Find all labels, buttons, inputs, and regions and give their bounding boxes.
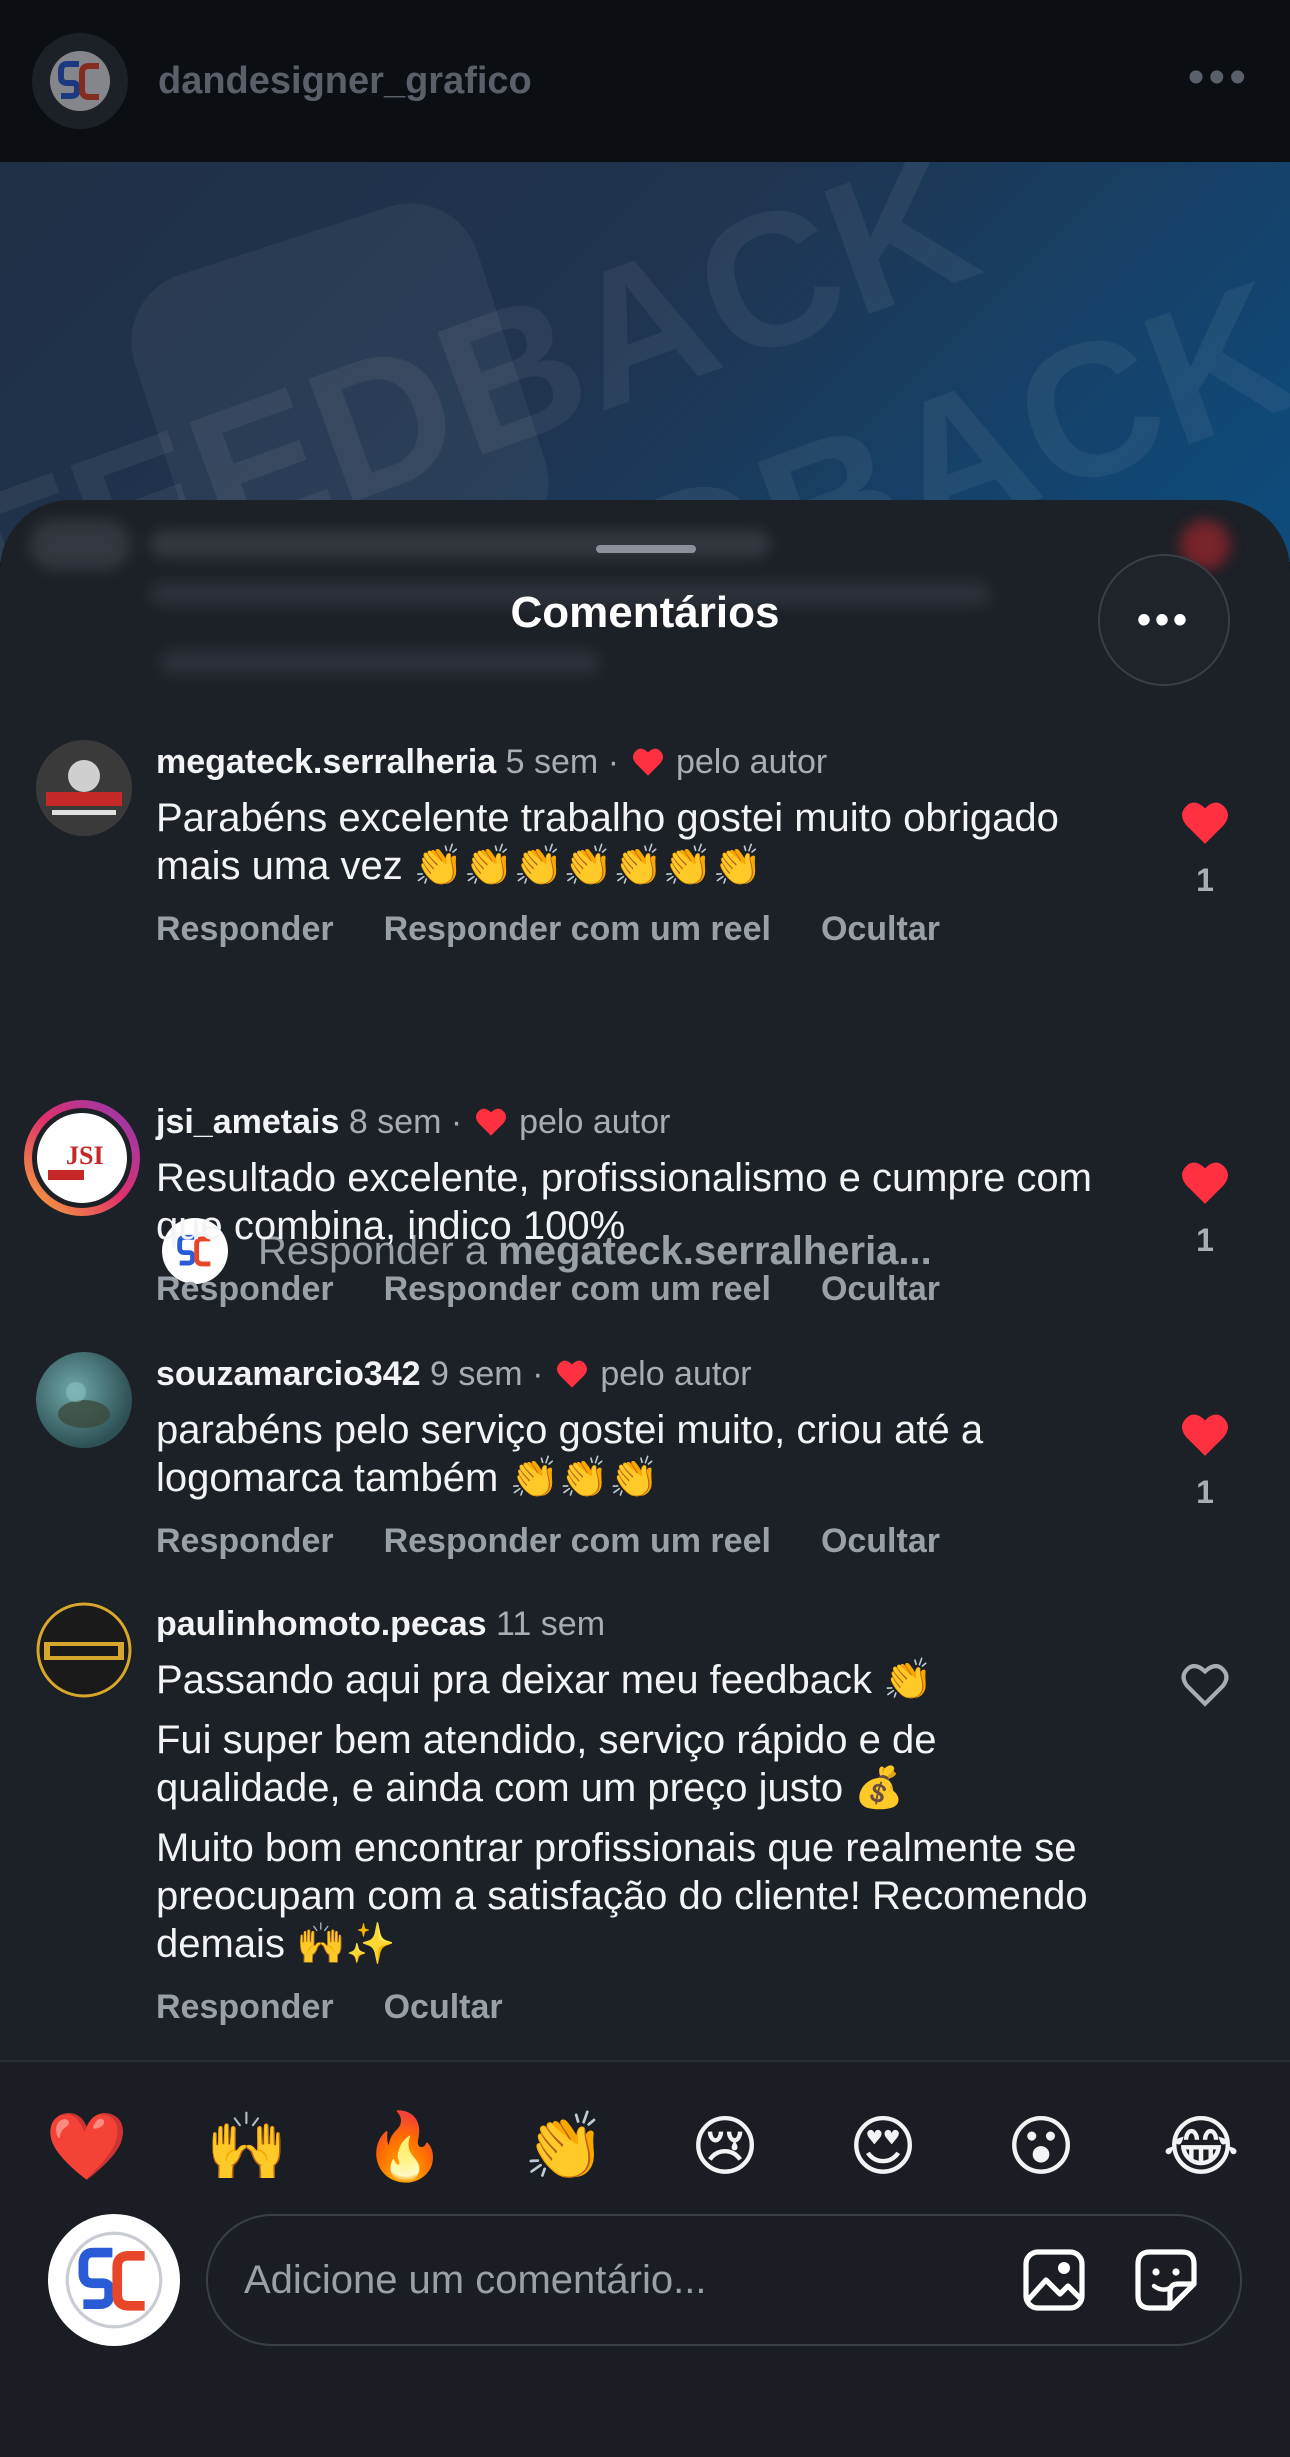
comment-username[interactable]: megateck.serralheria [156, 743, 496, 781]
avatar-with-story-ring[interactable]: JSI [24, 1100, 140, 1216]
like-count: 1 [1196, 1474, 1214, 1510]
comment-text: Passando aqui pra deixar meu feedback 👏 … [156, 1658, 1088, 1966]
emoji-raised-hands-button[interactable]: 🙌 [202, 2102, 292, 2192]
comment-time: 11 sem [496, 1605, 606, 1643]
meta-separator: · [450, 1103, 463, 1141]
comment-like-button[interactable]: 1 [1175, 1412, 1235, 1511]
reply-with-reel-button[interactable]: Responder com um reel [384, 1270, 771, 1309]
svg-text:JSI: JSI [66, 1141, 104, 1170]
paulinho-logo-icon [36, 1602, 132, 1698]
comment-time: 8 sem [348, 1103, 442, 1141]
like-count: 1 [1196, 862, 1214, 898]
reply-button[interactable]: Responder [156, 910, 334, 949]
liked-by-author-label: pelo autor [519, 1103, 671, 1141]
author-like-heart-icon [632, 748, 663, 776]
liked-by-author-label: pelo autor [675, 743, 828, 781]
comment-like-button[interactable]: 1 [1175, 800, 1235, 899]
liked-by-author-label: pelo autor [600, 1355, 752, 1393]
avatar[interactable] [36, 1352, 132, 1448]
reply-button[interactable]: Responder [156, 1270, 334, 1309]
sc-logo-icon [50, 51, 110, 111]
avatar[interactable] [36, 740, 132, 836]
post-username[interactable]: dandesigner_grafico [158, 60, 532, 103]
emoji-laughing-button[interactable]: 😂 [1156, 2102, 1246, 2192]
comment-time: 5 sem [505, 743, 599, 781]
comment-username[interactable]: souzamarcio342 [156, 1355, 421, 1393]
heart-outline-icon [1181, 1664, 1229, 1707]
comment-username[interactable]: jsi_ametais [156, 1103, 339, 1141]
sheet-drag-handle[interactable] [596, 545, 696, 553]
post-author-avatar[interactable] [32, 33, 128, 129]
emoji-surprised-button[interactable]: 😮 [996, 2102, 1086, 2192]
comment-text: Resultado excelente, profissionalismo e … [156, 1156, 1092, 1248]
comment-text: Parabéns excelente trabalho gostei muito… [156, 796, 1059, 888]
comment-input[interactable] [244, 2216, 964, 2344]
comment-input-container [206, 2214, 1242, 2346]
current-user-avatar[interactable] [48, 2214, 180, 2346]
hide-button[interactable]: Ocultar [384, 1988, 503, 2027]
comment-like-button[interactable] [1175, 1662, 1235, 1708]
reply-button[interactable]: Responder [156, 1522, 334, 1561]
emoji-heart-button[interactable]: ❤️ [42, 2102, 132, 2192]
emoji-clap-button[interactable]: 👏 [520, 2102, 610, 2192]
more-horizontal-icon: ••• [1136, 598, 1191, 642]
heart-filled-icon [1182, 802, 1228, 844]
meta-separator: · [607, 743, 620, 781]
heart-filled-icon [1182, 1162, 1228, 1204]
comment-like-button[interactable]: 1 [1175, 1160, 1235, 1259]
comment-text: parabéns pelo serviço gostei muito, crio… [156, 1408, 984, 1500]
comment-composer-bar: ❤️ 🙌 🔥 👏 😢 😍 😮 😂 [0, 2060, 1290, 2457]
sticker-icon[interactable] [1132, 2246, 1200, 2314]
heart-filled-icon [1182, 1414, 1228, 1456]
post-more-icon[interactable]: ••• [1188, 54, 1250, 102]
comment-username[interactable]: paulinhomoto.pecas [156, 1605, 487, 1643]
meta-separator: · [532, 1355, 544, 1393]
jsi-logo-icon: JSI [32, 1108, 132, 1208]
hide-button[interactable]: Ocultar [821, 910, 940, 949]
sheet-title: Comentários [510, 588, 780, 637]
comment-time: 9 sem [430, 1355, 523, 1393]
author-like-heart-icon [475, 1108, 506, 1136]
megateck-logo-icon [36, 740, 132, 836]
reply-button[interactable]: Responder [156, 1988, 334, 2027]
sheet-more-button[interactable]: ••• [1098, 554, 1230, 686]
emoji-fire-button[interactable]: 🔥 [360, 2102, 450, 2192]
hide-button[interactable]: Ocultar [821, 1270, 940, 1309]
hide-button[interactable]: Ocultar [821, 1522, 940, 1561]
author-like-heart-icon [556, 1360, 587, 1388]
image-icon[interactable] [1020, 2246, 1088, 2314]
emoji-heart-eyes-button[interactable]: 😍 [838, 2102, 928, 2192]
reply-with-reel-button[interactable]: Responder com um reel [384, 910, 771, 949]
post-header: dandesigner_grafico ••• [0, 0, 1290, 162]
underwater-photo-icon [58, 1382, 110, 1428]
emoji-crying-button[interactable]: 😢 [680, 2102, 770, 2192]
avatar[interactable] [36, 1602, 132, 1698]
sc-logo-icon [65, 2231, 163, 2329]
like-count: 1 [1196, 1222, 1214, 1258]
reply-with-reel-button[interactable]: Responder com um reel [384, 1522, 771, 1561]
